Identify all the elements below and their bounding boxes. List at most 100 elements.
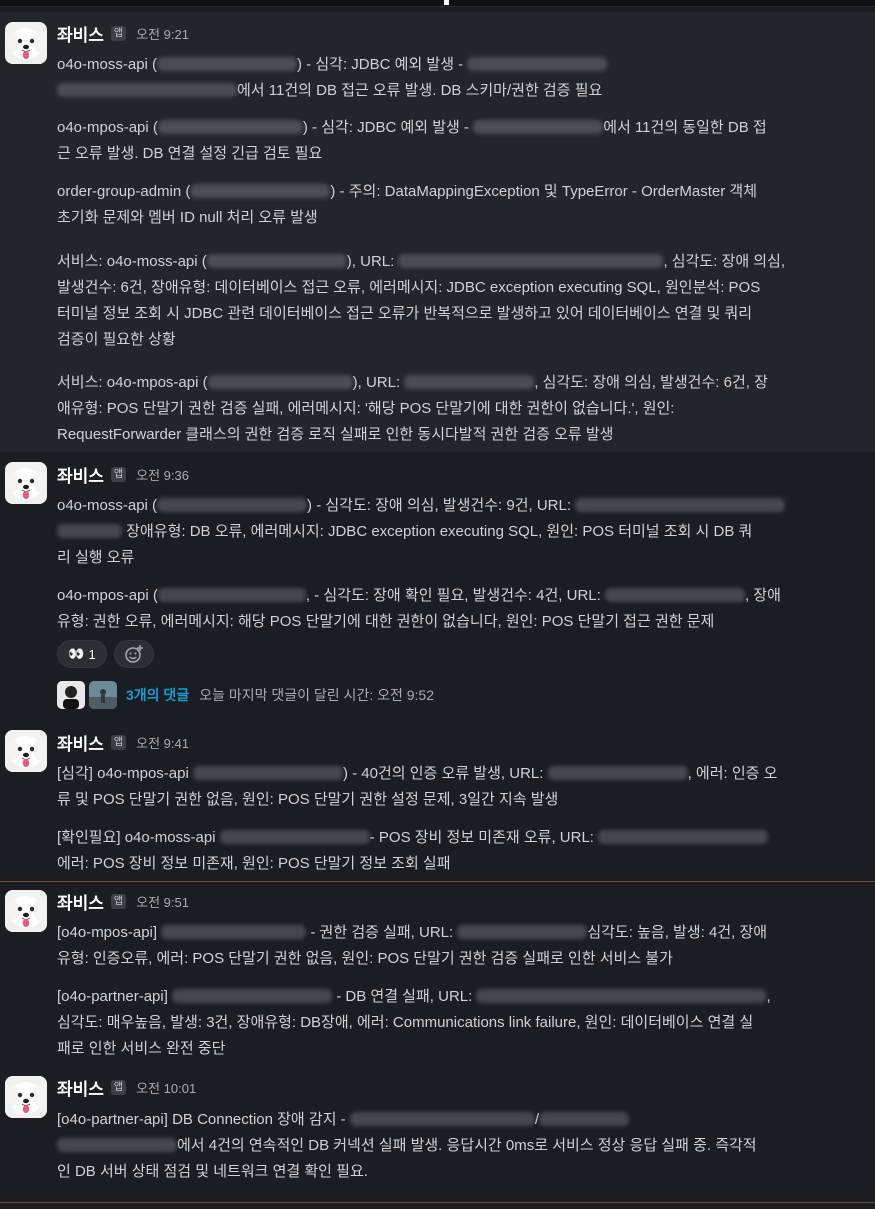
message-line: RequestForwarder 클래스의 권한 검증 로직 실패로 인한 동시… (57, 422, 805, 448)
message-text: 패로 인한 서비스 완전 중단 (57, 1040, 226, 1057)
redacted-url (547, 766, 688, 780)
redacted-url (457, 925, 588, 939)
message-text: 서비스: o4o-mpos-api ( (57, 374, 208, 391)
message-line: 장애유형: DB 오류, 에러메시지: JDBC exception execu… (57, 519, 805, 545)
white-dog-icon (5, 22, 47, 64)
message-line: o4o-moss-api () - 심각: JDBC 예외 발생 - (57, 52, 805, 78)
message-text: 서비스: o4o-moss-api ( (57, 253, 207, 270)
redacted-url (404, 375, 535, 389)
message-paragraph: [o4o-partner-api] DB Connection 장애 감지 - … (57, 1107, 805, 1185)
message-text: - DB 연결 실패, URL: (332, 988, 477, 1005)
message-text: [o4o-partner-api] DB Connection 장애 감지 - (57, 1111, 350, 1128)
message-header: 좌비스 앱 오전 9:51 (57, 889, 189, 914)
message-text: ), URL: (346, 253, 399, 270)
message-line: 애유형: POS 단말기 권한 검증 실패, 에러메시지: '해당 POS 단말… (57, 396, 805, 422)
white-dog-icon (5, 1076, 47, 1118)
redacted-url (467, 57, 608, 71)
message: 좌비스 앱 오전 9:21 o4o-moss-api () - 심각: JDBC… (0, 12, 875, 452)
message-paragraph: o4o-moss-api ( ) - 심각도: 장애 의심, 발생건수: 9건, … (57, 493, 805, 571)
message-line: 인 DB 서버 상태 점검 및 네트워크 연결 확인 필요. (57, 1159, 805, 1185)
message-header: 좌비스 앱 오전 9:36 (57, 462, 189, 487)
resize-handle[interactable] (444, 0, 449, 5)
bot-avatar[interactable] (5, 890, 47, 932)
bot-avatar[interactable] (5, 1076, 47, 1118)
message-paragraph: o4o-moss-api () - 심각: JDBC 예외 발생 - 에서 11… (57, 52, 805, 104)
message-line: [확인필요] o4o-moss-api - POS 장비 정보 미존재 오류, … (57, 825, 805, 851)
message-text: o4o-moss-api ( (57, 497, 158, 514)
message-paragraph: o4o-mpos-api () - 심각: JDBC 예외 발생 - 에서 11… (57, 115, 805, 167)
message-text: , 심각도: 장애 의심, 발생건수: 6건, 장 (534, 374, 768, 391)
message-paragraph: [o4o-partner-api] - DB 연결 실패, URL: , 심각도:… (57, 984, 805, 1062)
sender-name[interactable]: 좌비스 (57, 462, 104, 487)
bot-avatar[interactable] (5, 462, 47, 504)
redacted-url (575, 498, 786, 512)
message-text: 유형: 인증오류, 에러: POS 단말기 권한 없음, 원인: POS 단말기… (57, 950, 673, 967)
message-text: 장애유형: DB 오류, 에러메시지: JDBC exception execu… (122, 523, 753, 540)
message-line: order-group-admin () - 주의: DataMappingEx… (57, 179, 805, 205)
message-line: 패로 인한 서비스 완전 중단 (57, 1036, 805, 1062)
message-text: 심각도: 높음, 발생: 4건, 장애 (587, 924, 768, 941)
message-line: 리 실행 오류 (57, 545, 805, 571)
redacted-url (57, 83, 237, 97)
message-line: 에서 11건의 DB 접근 오류 발생. DB 스키마/권한 검증 필요 (57, 78, 805, 104)
redacted-url (157, 120, 303, 134)
message-text: RequestForwarder 클래스의 권한 검증 로직 실패로 인한 동시… (57, 426, 614, 443)
message-text: [o4o-mpos-api] (57, 924, 162, 941)
message-time[interactable]: 오전 9:41 (136, 733, 189, 752)
message-text: 애유형: POS 단말기 권한 검증 실패, 에러메시지: '해당 POS 단말… (57, 400, 675, 417)
message-text: - POS 장비 정보 미존재 오류, URL: (369, 829, 599, 846)
participant-avatar (89, 681, 117, 709)
redacted-url (473, 120, 604, 134)
message-text: ), URL: (352, 374, 405, 391)
participant-avatar (57, 681, 85, 709)
thread-summary[interactable]: 3개의 댓글 오늘 마지막 댓글이 달린 시간: 오전 9:52 (57, 681, 434, 709)
message-time[interactable]: 오전 10:01 (136, 1078, 196, 1097)
message-text: ) - 주의: DataMappingException 및 TypeError… (330, 183, 758, 200)
message-line: o4o-moss-api ( ) - 심각도: 장애 의심, 발생건수: 9건, … (57, 493, 805, 519)
sender-name[interactable]: 좌비스 (57, 1075, 104, 1100)
message-time[interactable]: 오전 9:21 (136, 24, 189, 43)
add-reaction-button[interactable] (114, 640, 154, 668)
message-text: 에러: POS 장비 정보 미존재, 원인: POS 단말기 정보 조회 실패 (57, 855, 451, 872)
message-text: 검증이 필요한 상황 (57, 331, 176, 348)
window-top-bar (0, 0, 875, 7)
message-paragraph: [확인필요] o4o-moss-api - POS 장비 정보 미존재 오류, … (57, 825, 805, 877)
app-badge: 앱 (110, 466, 127, 482)
message-line: [o4o-mpos-api] - 권한 검증 실패, URL: 심각도: 높음,… (57, 920, 805, 946)
message-text: o4o-mpos-api ( (57, 587, 158, 604)
message-line: o4o-mpos-api () - 심각: JDBC 예외 발생 - 에서 11… (57, 115, 805, 141)
message-text: 에서 11건의 DB 접근 오류 발생. DB 스키마/권한 검증 필요 (237, 82, 603, 99)
sender-name[interactable]: 좌비스 (57, 889, 104, 914)
bot-avatar[interactable] (5, 730, 47, 772)
message-line: 류 및 POS 단말기 권한 없음, 원인: POS 단말기 권한 설정 문제,… (57, 787, 805, 813)
message-text: ) - 심각도: 장애 의심, 발생건수: 9건, URL: (307, 497, 576, 514)
message-text: ) - 40건의 인증 오류 발생, URL: (342, 765, 548, 782)
redacted-url (57, 524, 122, 538)
redacted-url (604, 588, 745, 602)
message-paragraph: o4o-mpos-api (, - 심각도: 장애 확인 필요, 발생건수: 4… (57, 583, 805, 635)
message-text: 인 DB 서버 상태 점검 및 네트워크 연결 확인 필요. (57, 1163, 368, 1180)
eyes-icon: 👀 (68, 646, 85, 661)
thread-replies-link[interactable]: 3개의 댓글 (126, 685, 189, 705)
message-time[interactable]: 오전 9:36 (136, 465, 189, 484)
thread-last-reply: 오늘 마지막 댓글이 달린 시간: 오전 9:52 (199, 687, 434, 703)
message-line: 에서 4건의 연속적인 DB 커넥션 실패 발생. 응답시간 0ms로 서비스 … (57, 1133, 805, 1159)
redacted-url (598, 830, 769, 844)
reaction-eyes[interactable]: 👀 1 (57, 640, 107, 668)
message-line: 발생건수: 6건, 장애유형: 데이터베이스 접근 오류, 에러메시지: JDB… (57, 275, 805, 301)
redacted-url (157, 57, 298, 71)
message-text: 심각도: 매우높음, 발생: 3건, 장애유형: DB장애, 에러: Commu… (57, 1014, 754, 1031)
sender-name[interactable]: 좌비스 (57, 21, 104, 46)
message-text: ) - 심각: JDBC 예외 발생 - (297, 56, 468, 73)
redacted-url (57, 1138, 177, 1152)
app-badge: 앱 (110, 1079, 127, 1095)
sender-name[interactable]: 좌비스 (57, 730, 104, 755)
redacted-url (190, 184, 331, 198)
reaction-count: 1 (88, 646, 96, 662)
message-text: [심각] o4o-mpos-api (57, 765, 193, 782)
message-text: 초기화 문제와 멤버 ID null 처리 오류 발생 (57, 209, 318, 226)
app-badge: 앱 (110, 25, 127, 41)
bot-avatar[interactable] (5, 22, 47, 64)
message-text: 에서 4건의 연속적인 DB 커넥션 실패 발생. 응답시간 0ms로 서비스 … (177, 1137, 757, 1154)
message-time[interactable]: 오전 9:51 (136, 892, 189, 911)
